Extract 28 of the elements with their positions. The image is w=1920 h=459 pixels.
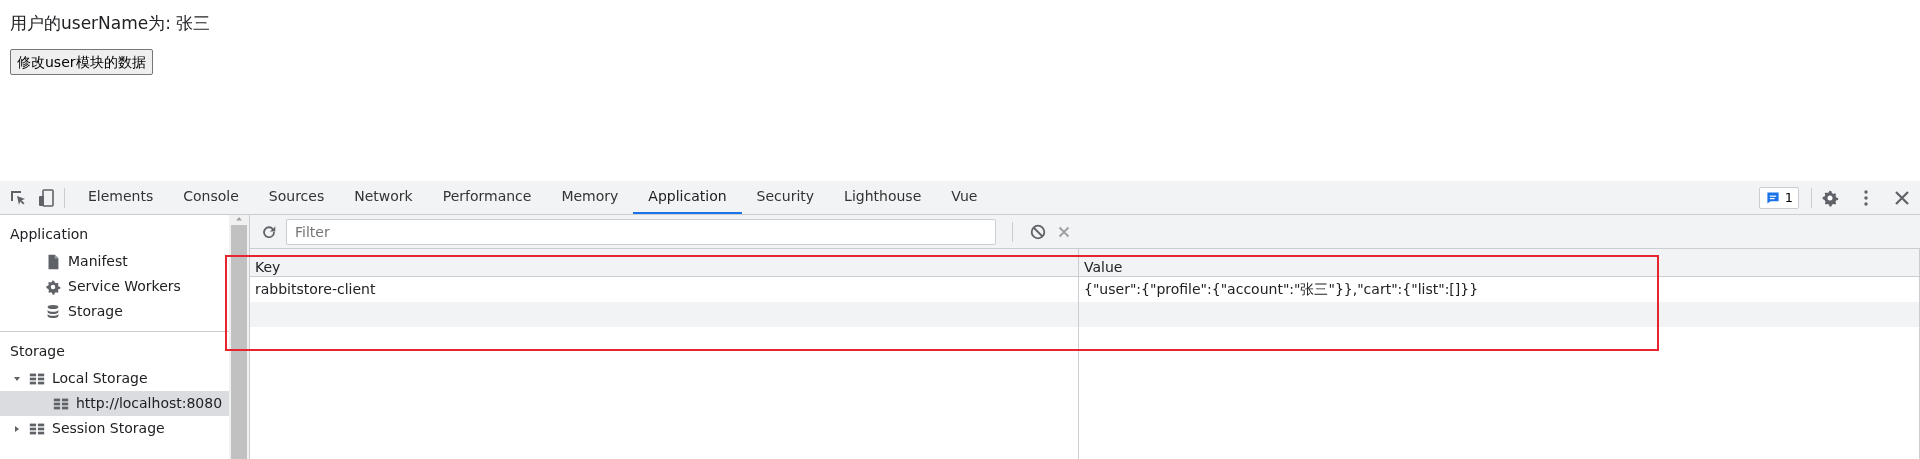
devtools-tab[interactable]: Sources (253, 181, 340, 214)
sidebar-heading: Application (9, 225, 90, 244)
sidebar-item[interactable]: Session Storage (0, 416, 229, 441)
message-icon (1764, 189, 1781, 206)
scrollbar[interactable] (229, 215, 249, 459)
devtools-tab[interactable]: Vue (936, 181, 993, 214)
devtools-tab[interactable]: Memory (546, 181, 634, 214)
devtools-tab[interactable]: Lighthouse (829, 181, 937, 214)
sidebar-item[interactable]: Storage (0, 299, 229, 324)
issues-button[interactable]: 1 (1758, 186, 1799, 209)
column-header[interactable]: Value (1079, 249, 1920, 277)
devtools-tab[interactable]: Security (741, 181, 830, 214)
devtools-tab[interactable]: Network (339, 181, 428, 214)
filter-field[interactable]: Filter (286, 218, 996, 245)
sidebar-item[interactable]: Local Storage (0, 366, 229, 391)
update-button[interactable]: 修改user模块的数据 (10, 49, 153, 75)
device-toolbar-icon[interactable] (36, 187, 56, 208)
sidebar-item[interactable]: Service Workers (0, 274, 229, 299)
sidebar-item[interactable]: http://localhost:8080 (0, 391, 229, 416)
devtools-tab[interactable]: Console (168, 181, 254, 214)
clear-all-icon[interactable] (1029, 222, 1047, 241)
page-heading: 用户的userName为: 张三 (10, 12, 212, 35)
devtools-tab[interactable]: Elements (73, 181, 169, 214)
column-header[interactable]: Key (250, 249, 1079, 277)
gear-icon (44, 277, 62, 296)
sidebar-item[interactable]: Manifest (0, 249, 229, 274)
sidebar-heading: Storage (9, 342, 66, 361)
devtools-tab[interactable]: Performance (427, 181, 547, 214)
